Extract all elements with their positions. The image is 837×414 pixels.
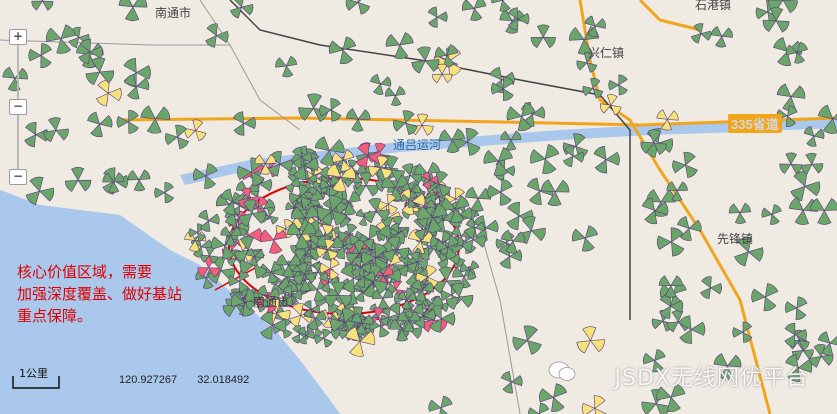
base-station-site[interactable] (790, 170, 821, 202)
base-station-site[interactable] (600, 94, 622, 116)
base-station-site[interactable] (710, 26, 733, 48)
base-station-site[interactable] (530, 144, 560, 174)
base-station-site[interactable] (500, 371, 523, 394)
base-station-site[interactable] (800, 152, 824, 175)
base-station-site[interactable] (31, 0, 54, 11)
base-station-site[interactable] (345, 0, 371, 15)
base-station-site[interactable] (154, 182, 174, 204)
coordinate-readout: 120.927267 32.018492 (119, 374, 249, 386)
base-station-site[interactable] (512, 325, 542, 355)
base-station-site[interactable] (803, 125, 825, 147)
watermark: JSDX无线网优平台 (614, 366, 809, 391)
place-label-top-right: 石港镇 (695, 0, 732, 12)
base-station-site[interactable] (205, 23, 229, 48)
highway-east (638, 0, 701, 32)
base-station-site[interactable] (576, 326, 605, 354)
base-station-site[interactable] (232, 111, 256, 136)
annotation-line-3: 重点保障。 (17, 307, 93, 325)
base-station-site[interactable] (260, 227, 288, 254)
base-station-site[interactable] (491, 0, 513, 12)
base-station-site[interactable] (28, 43, 52, 69)
road-gray-1 (0, 39, 230, 46)
base-station-site[interactable] (116, 109, 139, 134)
place-label-nantong-north: 南通市 (155, 6, 192, 20)
map-canvas[interactable]: + − − 南通市 石港镇 兴仁镇 通吕运河 先锋镇 南通市 335省道 核心价… (0, 0, 837, 414)
longitude-value: 120.927267 (119, 374, 178, 386)
place-label-xianfeng: 先锋镇 (717, 232, 754, 246)
base-station-site[interactable] (127, 169, 151, 192)
base-station-site[interactable] (584, 15, 606, 37)
zoom-control: + − − (9, 25, 27, 185)
base-station-site[interactable] (124, 74, 150, 100)
base-station-site[interactable] (672, 151, 698, 179)
scale-label: 1公里 (19, 367, 48, 380)
base-station-site[interactable] (678, 315, 706, 344)
base-station-site[interactable] (363, 198, 390, 224)
base-station-site[interactable] (784, 296, 808, 320)
base-station-site[interactable] (593, 146, 620, 174)
place-label-nantong-center: 南通市 (253, 295, 290, 309)
zoom-level-handle[interactable]: − (9, 99, 27, 115)
zoom-in-button[interactable]: + (9, 29, 27, 45)
base-station-site[interactable] (728, 202, 752, 224)
core-area-annotation: 核心价值区域，需要 加强深度覆盖、做好基站 重点保障。 (17, 261, 237, 327)
base-station-site[interactable] (25, 176, 55, 206)
base-station-site[interactable] (690, 23, 712, 44)
base-station-site[interactable] (198, 209, 220, 232)
base-station-site[interactable] (445, 283, 474, 310)
base-station-site[interactable] (165, 124, 190, 150)
place-label-canal: 通吕运河 (393, 138, 442, 152)
zoom-out-button[interactable]: − (9, 169, 27, 185)
base-station-site[interactable] (608, 74, 628, 96)
base-station-site[interactable] (571, 225, 599, 252)
base-station-site[interactable] (761, 204, 782, 225)
annotation-line-2: 加强深度覆盖、做好基站 (17, 285, 183, 303)
base-station-site[interactable] (385, 32, 414, 59)
base-station-site[interactable] (393, 110, 418, 136)
base-station-site[interactable] (751, 283, 779, 311)
highway-shield-335: 335省道 (728, 114, 782, 133)
base-station-site[interactable] (700, 276, 722, 300)
base-station-site[interactable] (427, 6, 448, 28)
base-station-site[interactable] (779, 152, 803, 175)
base-station-site[interactable] (528, 402, 550, 414)
base-station-site[interactable] (384, 85, 406, 106)
base-station-site[interactable] (96, 79, 122, 107)
base-station-site[interactable] (230, 0, 254, 19)
highway-north (578, 0, 772, 414)
base-station-site[interactable] (118, 0, 148, 22)
base-station-site[interactable] (581, 395, 607, 414)
base-station-site[interactable] (461, 0, 487, 21)
latitude-value: 32.018492 (197, 374, 250, 386)
base-station-site[interactable] (530, 24, 556, 49)
base-station-site[interactable] (64, 167, 92, 192)
base-station-site[interactable] (184, 119, 207, 142)
base-station-site[interactable] (275, 55, 298, 78)
base-station-site[interactable] (656, 227, 685, 257)
base-station-site[interactable] (487, 179, 513, 206)
place-label-xingren: 兴仁镇 (588, 46, 625, 60)
base-station-site[interactable] (582, 78, 604, 99)
annotation-line-1: 核心价值区域，需要 (17, 263, 153, 281)
wechat-icon (548, 361, 576, 381)
base-station-site[interactable] (428, 395, 453, 414)
base-map-layer (0, 0, 837, 414)
base-station-site[interactable] (87, 111, 113, 138)
base-station-site[interactable] (677, 216, 702, 241)
